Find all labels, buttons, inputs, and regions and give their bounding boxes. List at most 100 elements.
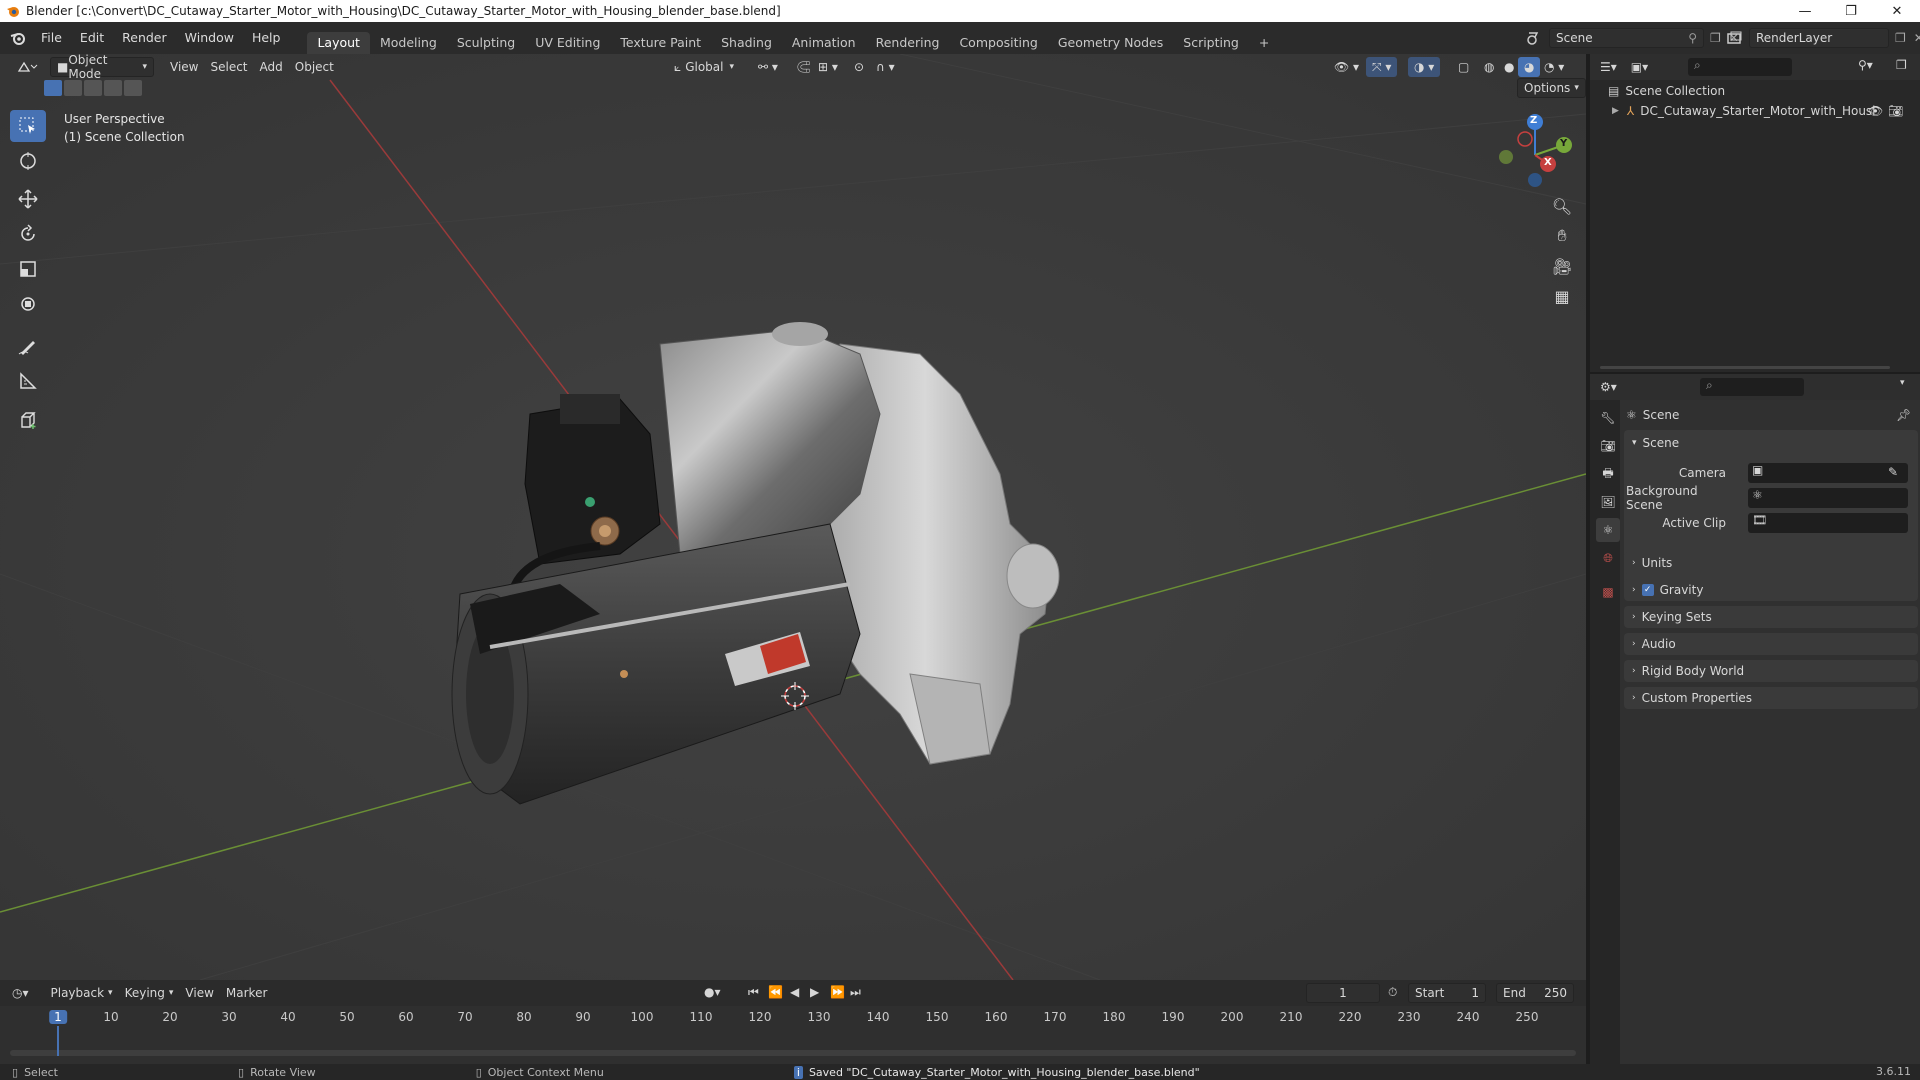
gizmo-toggle-icon[interactable]: ⤧ ▾	[1366, 57, 1398, 77]
rotate-tool[interactable]	[10, 218, 46, 250]
timeline-editor-icon[interactable]: ◷▾	[12, 986, 29, 1000]
tab-animation[interactable]: Animation	[782, 32, 866, 54]
render-layer-field[interactable]: RenderLayer	[1749, 28, 1889, 48]
cursor-tool[interactable]	[10, 145, 46, 177]
texture-tab[interactable]: ▩	[1596, 580, 1620, 604]
select-subtract-icon[interactable]	[84, 80, 102, 96]
start-frame-field[interactable]: Start 1	[1408, 983, 1486, 1003]
chevron-down-icon[interactable]: ▾	[1900, 378, 1905, 388]
render-layer-icon[interactable]	[1725, 30, 1745, 46]
viewport-menu-add[interactable]: Add	[254, 57, 289, 77]
menu-window[interactable]: Window	[176, 27, 243, 49]
falloff-icon[interactable]: ∩ ▾	[870, 57, 901, 77]
add-workspace-button[interactable]: +	[1249, 32, 1279, 54]
scene-icon[interactable]	[1525, 30, 1545, 46]
maximize-button[interactable]: ❐	[1828, 0, 1874, 22]
record-icon[interactable]: ●▾	[704, 985, 721, 999]
pin-icon[interactable]: 📌︎	[1896, 408, 1911, 422]
delete-render-layer-icon[interactable]: ✕	[1914, 31, 1920, 45]
close-window-button[interactable]: ✕	[1874, 0, 1920, 22]
scene-pin-icon[interactable]: ⚲	[1688, 31, 1697, 45]
gravity-checkbox[interactable]: ✓	[1641, 584, 1654, 596]
play-icon[interactable]: ▶	[810, 985, 819, 999]
display-mode-icon[interactable]: ▣▾	[1631, 60, 1648, 74]
tab-uv-editing[interactable]: UV Editing	[525, 32, 610, 54]
outliner-scene-collection[interactable]: ▤ Scene Collection	[1608, 84, 1725, 98]
outliner-editor-icon[interactable]: ☰▾	[1600, 60, 1617, 74]
next-keyframe-icon[interactable]: ⏩	[830, 985, 845, 999]
3d-viewport[interactable]	[0, 54, 1586, 980]
measure-tool[interactable]	[10, 365, 46, 397]
camera-field[interactable]: ▣ ✎	[1748, 463, 1908, 483]
outliner-row[interactable]: ▶ ⅄ DC_Cutaway_Starter_Motor_with_Housi …	[1612, 104, 1912, 118]
prev-keyframe-icon[interactable]: ⏪	[768, 985, 783, 999]
select-new-icon[interactable]	[44, 80, 62, 96]
select-box-tool[interactable]	[10, 110, 46, 142]
tab-sculpting[interactable]: Sculpting	[447, 32, 525, 54]
playhead[interactable]	[57, 1026, 59, 1056]
transform-orientation-dropdown[interactable]: ⟀ Global ▾	[668, 57, 740, 77]
expand-arrow-icon[interactable]: ▶	[1612, 106, 1619, 116]
new-scene-icon[interactable]: ❐	[1710, 31, 1721, 45]
scene-panel-header[interactable]: ▾ Scene	[1626, 432, 1916, 454]
rendered-shading-icon[interactable]: ◔ ▾	[1538, 57, 1570, 77]
select-intersect-icon[interactable]	[124, 80, 142, 96]
viewport-options-button[interactable]: Options ▾	[1517, 78, 1586, 98]
new-render-layer-icon[interactable]: ❐	[1895, 31, 1906, 45]
xray-toggle-icon[interactable]: ▢	[1452, 57, 1475, 77]
tab-geometry-nodes[interactable]: Geometry Nodes	[1048, 32, 1173, 54]
gravity-section[interactable]: › ✓ Gravity	[1626, 579, 1916, 601]
end-frame-field[interactable]: End 250	[1496, 983, 1574, 1003]
background-scene-field[interactable]: ⚛︎	[1748, 488, 1908, 508]
zoom-view-button[interactable]: 🔍︎	[1548, 192, 1576, 220]
annotate-tool[interactable]	[10, 330, 46, 362]
rigid-body-world-section[interactable]: › Rigid Body World	[1626, 660, 1916, 682]
audio-section[interactable]: › Audio	[1626, 633, 1916, 655]
tool-tab[interactable]: 🔧︎	[1596, 406, 1620, 430]
menu-edit[interactable]: Edit	[71, 27, 113, 49]
current-frame-field[interactable]: 1	[1306, 983, 1380, 1003]
overlays-toggle-icon[interactable]: ◑ ▾	[1408, 57, 1441, 77]
tab-compositing[interactable]: Compositing	[949, 32, 1047, 54]
tab-layout[interactable]: Layout	[307, 32, 370, 54]
keying-sets-section[interactable]: › Keying Sets	[1626, 606, 1916, 628]
units-section[interactable]: › Units	[1626, 552, 1916, 574]
properties-search-input[interactable]: ⌕	[1700, 378, 1804, 396]
visibility-icon[interactable]: 👁︎ ▾	[1328, 57, 1365, 77]
move-tool[interactable]	[10, 183, 46, 215]
navigation-gizmo[interactable]: Z Y X	[1490, 110, 1580, 200]
view-layer-tab[interactable]: 🖼︎	[1596, 490, 1620, 514]
editor-type-button[interactable]	[10, 57, 44, 77]
add-cube-tool[interactable]	[10, 404, 46, 436]
filter-icon[interactable]: ⚲▾	[1858, 58, 1873, 72]
timeline-view-menu[interactable]: View	[179, 983, 219, 1003]
scale-tool[interactable]	[10, 253, 46, 285]
tab-texture-paint[interactable]: Texture Paint	[610, 32, 711, 54]
use-preview-range-icon[interactable]: ⏱	[1388, 985, 1397, 1000]
viewport-menu-view[interactable]: View	[164, 57, 204, 77]
blender-menu-icon[interactable]	[10, 30, 26, 46]
menu-help[interactable]: Help	[243, 27, 290, 49]
minimize-button[interactable]: —	[1782, 0, 1828, 22]
tab-rendering[interactable]: Rendering	[866, 32, 950, 54]
active-clip-field[interactable]: 🎞︎	[1748, 513, 1908, 533]
scene-tab[interactable]: ⚛︎	[1596, 518, 1620, 542]
pan-view-button[interactable]: ✋︎	[1548, 222, 1576, 250]
properties-editor-icon[interactable]: ⚙▾	[1600, 380, 1617, 394]
jump-start-icon[interactable]: ⏮	[748, 985, 759, 1000]
viewport-menu-select[interactable]: Select	[204, 57, 253, 77]
playback-menu[interactable]: Playback ▾	[45, 983, 119, 1003]
menu-file[interactable]: File	[32, 27, 71, 49]
tab-shading[interactable]: Shading	[711, 32, 782, 54]
tab-scripting[interactable]: Scripting	[1173, 32, 1249, 54]
transform-tool[interactable]	[10, 288, 46, 320]
keying-menu[interactable]: Keying ▾	[119, 983, 180, 1003]
output-tab[interactable]: 🖶︎	[1596, 462, 1620, 486]
toggle-perspective-button[interactable]: ▦	[1548, 282, 1576, 310]
tab-modeling[interactable]: Modeling	[370, 32, 447, 54]
outliner-scrollbar[interactable]	[1600, 366, 1890, 369]
viewport-menu-object[interactable]: Object	[289, 57, 340, 77]
outliner-search-input[interactable]: ⌕	[1688, 58, 1792, 76]
camera-view-button[interactable]: 🎥︎	[1548, 252, 1576, 280]
timeline-scrollbar[interactable]	[10, 1050, 1576, 1056]
